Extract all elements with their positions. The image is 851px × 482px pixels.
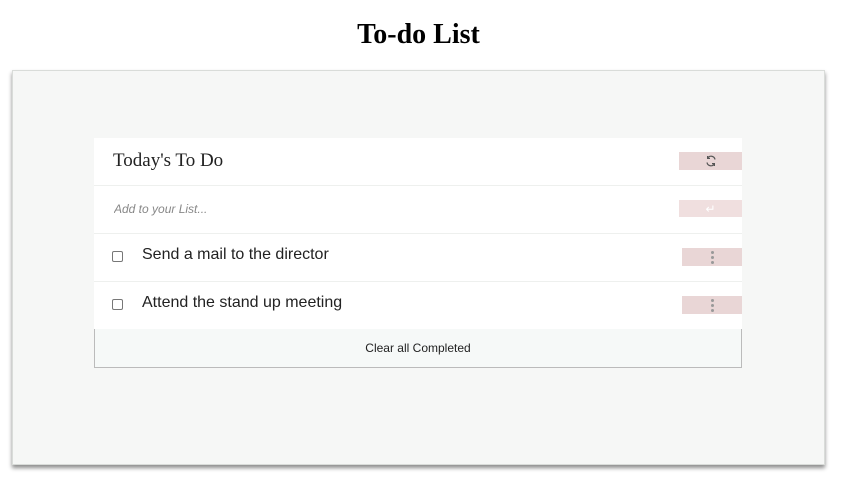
todo-header-title: Today's To Do (113, 150, 224, 171)
vertical-dots-icon (710, 298, 714, 312)
refresh-icon (705, 155, 716, 167)
task-checkbox[interactable] (112, 251, 123, 262)
todo-card: Today's To Do ↵ Send a mail to the direc… (94, 138, 742, 368)
enter-icon: ↵ (705, 201, 716, 216)
page-title: To-do List (357, 19, 480, 50)
refresh-button[interactable] (679, 152, 742, 170)
vertical-dots-icon (710, 250, 714, 264)
todo-header: Today's To Do (94, 138, 742, 186)
add-item-row (94, 186, 742, 234)
add-item-button[interactable]: ↵ (679, 200, 742, 217)
task-label: Attend the stand up meeting (142, 294, 343, 311)
clear-completed-button[interactable]: Clear all Completed (94, 328, 742, 368)
task-row: Attend the stand up meeting (94, 282, 742, 329)
task-menu-button[interactable] (682, 248, 742, 266)
add-item-input[interactable] (114, 200, 614, 218)
task-label: Send a mail to the director (142, 246, 329, 263)
task-menu-button[interactable] (682, 296, 742, 314)
task-checkbox[interactable] (112, 299, 123, 310)
task-row: Send a mail to the director (94, 234, 742, 282)
